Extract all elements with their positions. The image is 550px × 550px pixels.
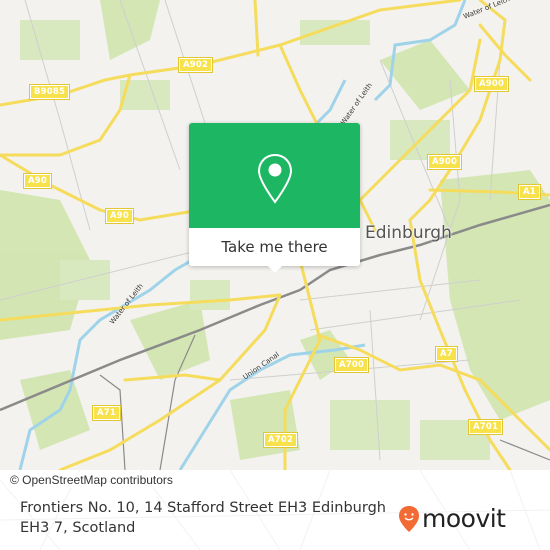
road-label-a701: A701: [467, 419, 504, 435]
residential-area: [60, 260, 110, 300]
take-me-there-button[interactable]: Take me there: [189, 228, 360, 266]
residential-area: [330, 400, 410, 450]
road-label-a90: A90: [104, 208, 135, 224]
road-label-a1: A1: [518, 184, 541, 200]
road: [478, 23, 532, 82]
residential-area: [300, 20, 370, 45]
road: [253, 0, 260, 57]
residential-area: [190, 280, 230, 310]
park-area: [100, 0, 160, 60]
moovit-pin-icon: [399, 505, 419, 532]
road-label-a7: A7: [435, 346, 458, 362]
road-label-a700: A700: [333, 357, 370, 373]
moovit-wordmark: moovit: [422, 504, 506, 533]
moovit-logo[interactable]: moovit: [398, 504, 506, 533]
railway: [99, 374, 126, 470]
place-label-edinburgh: Edinburgh: [365, 223, 452, 243]
road-label-a702: A702: [262, 432, 299, 448]
road-label-a902: A902: [177, 57, 214, 73]
popup-header: [189, 123, 360, 228]
address-text: Frontiers No. 10, 14 Stafford Street EH3…: [20, 500, 386, 536]
road-label-a900: A900: [473, 76, 510, 92]
road-label-b9085: B9085: [28, 84, 71, 100]
road-label-a71: A71: [91, 405, 122, 421]
road-label-a900: A900: [426, 154, 463, 170]
park-area: [20, 370, 90, 450]
road: [123, 373, 222, 382]
popup-pointer: [268, 266, 282, 273]
location-pin-icon: [257, 153, 293, 204]
destination-popup: Take me there: [189, 123, 360, 273]
map-attribution[interactable]: © OpenStreetMap contributors: [6, 472, 177, 488]
road-label-a90: A90: [22, 173, 53, 189]
residential-area: [20, 20, 80, 60]
park-area: [440, 170, 550, 420]
